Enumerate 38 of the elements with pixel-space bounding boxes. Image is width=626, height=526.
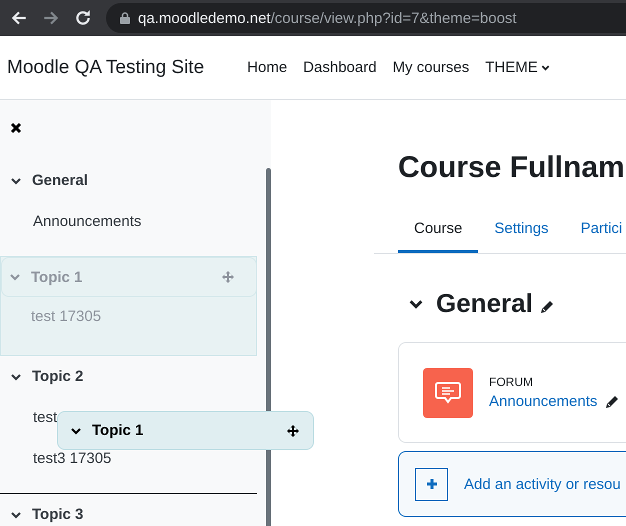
tab[interactable]: Course: [398, 208, 478, 253]
tab[interactable]: Partici: [564, 208, 626, 253]
section-heading: General: [436, 288, 533, 319]
nav-link[interactable]: Dashboard: [295, 59, 385, 76]
add-activity-button[interactable]: Add an activity or resou: [398, 451, 626, 517]
forward-icon[interactable]: [42, 9, 60, 27]
nav-link[interactable]: My courses: [384, 59, 478, 76]
activity-link[interactable]: Announcements: [33, 213, 142, 230]
activity-link[interactable]: Announcements: [489, 393, 598, 410]
caret-icon: [540, 63, 550, 72]
section-title: General: [32, 172, 89, 189]
section-title: Topic 3: [32, 506, 84, 523]
lock-icon: [120, 12, 130, 24]
nav-dropdown[interactable]: THEME: [477, 59, 558, 76]
site-name[interactable]: Moodle QA Testing Site: [7, 56, 204, 78]
drag-proxy[interactable]: Topic 1: [57, 411, 314, 450]
close-icon[interactable]: [10, 122, 22, 134]
forum-icon: [423, 368, 473, 418]
plus-icon: [415, 468, 448, 500]
pencil-icon[interactable]: [605, 394, 620, 408]
back-icon[interactable]: [10, 9, 28, 27]
tab[interactable]: Settings: [478, 208, 565, 253]
url-text: qa.moodledemo.net/course/view.php?id=7&theme=boost: [138, 10, 517, 26]
activity-link[interactable]: test3 17305: [33, 450, 112, 467]
pencil-icon[interactable]: [540, 300, 554, 314]
course-title: Course Fullnam: [398, 151, 626, 185]
section-title: Topic 1: [31, 268, 84, 286]
nav-link[interactable]: Home: [239, 59, 296, 76]
section-header[interactable]: Topic 2: [0, 356, 257, 397]
activity-type: FORUM: [489, 375, 534, 389]
address-bar[interactable]: qa.moodledemo.net/course/view.php?id=7&theme=boost: [106, 3, 626, 33]
section-header[interactable]: General: [0, 160, 257, 201]
move-icon[interactable]: [287, 424, 299, 436]
section-title: Topic 1: [92, 422, 144, 439]
activity-link[interactable]: test: [33, 409, 58, 426]
section-header[interactable]: Topic 3: [0, 494, 257, 526]
section-title: Topic 2: [32, 368, 84, 385]
reload-icon[interactable]: [74, 9, 92, 27]
